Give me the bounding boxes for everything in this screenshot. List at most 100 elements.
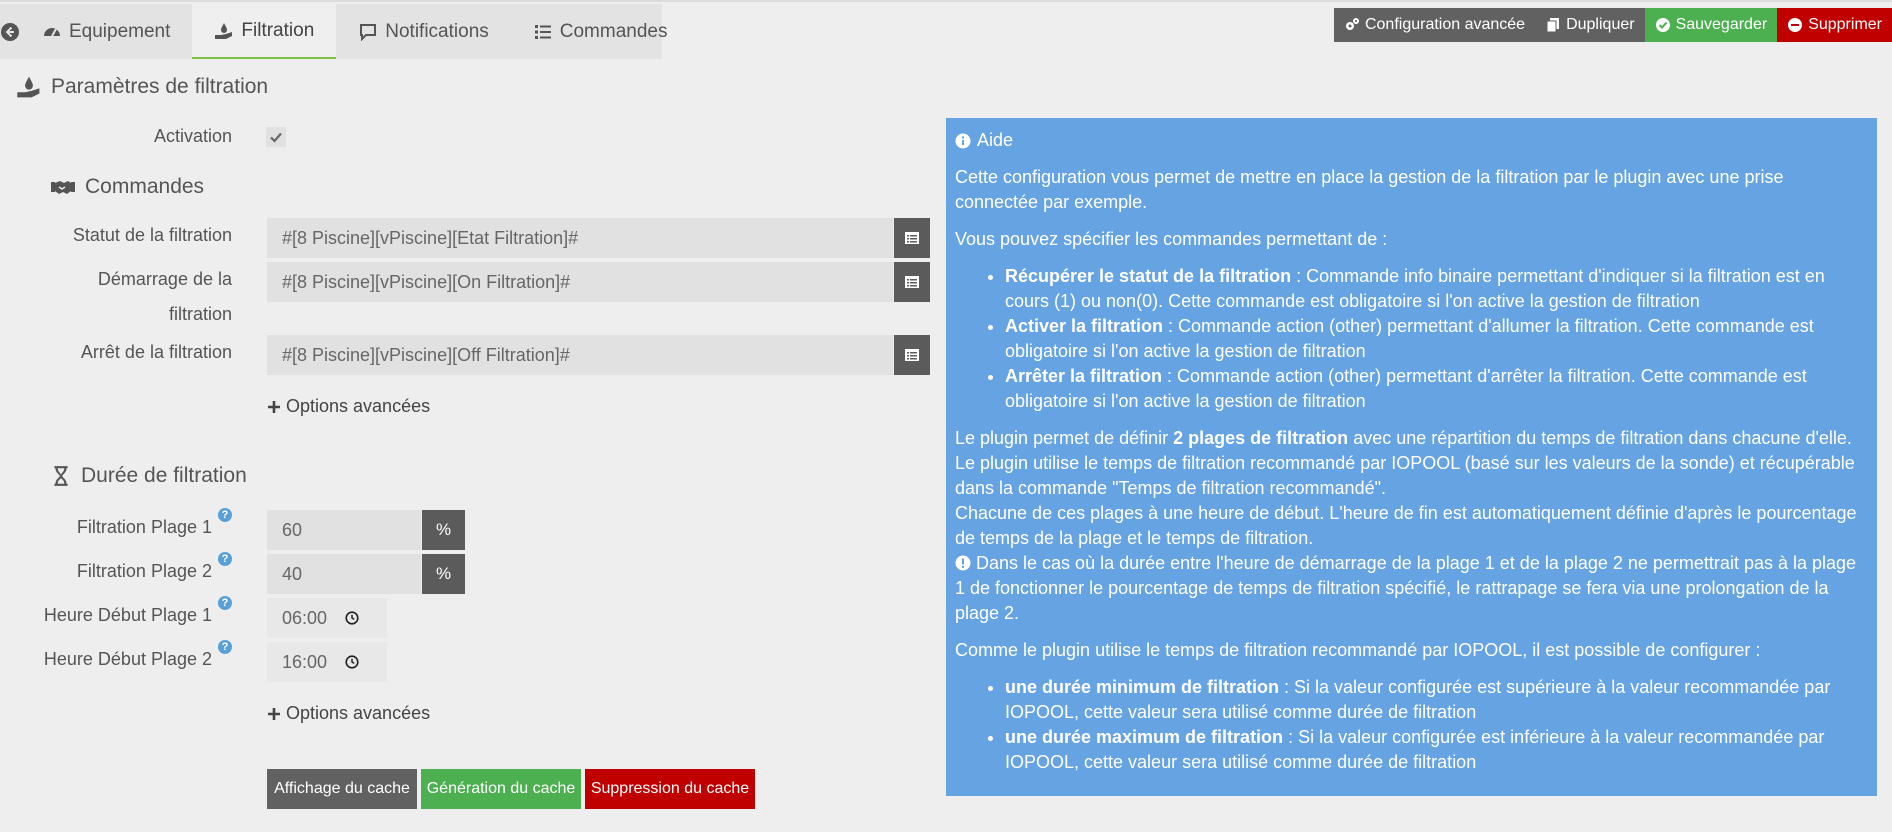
commandes-title-text: Commandes (85, 175, 205, 198)
hourglass-icon (54, 466, 68, 486)
plage2-label-text: Filtration Plage 2 (76, 561, 212, 581)
arret-select-button[interactable] (894, 335, 930, 375)
demarrage-label-line2: filtration (168, 304, 232, 324)
plus-icon (268, 400, 280, 413)
advanced-config-button[interactable]: Configuration avancée (1333, 8, 1536, 42)
debut1-time-input[interactable]: 06:00 (267, 598, 387, 638)
tab-bar: Equipement Filtration Notifications Comm… (0, 4, 667, 59)
list-alt-icon (905, 276, 919, 288)
cache-delete-button[interactable]: Suppression du cache (585, 769, 755, 809)
save-button[interactable]: Sauvegarder (1644, 8, 1778, 42)
debut1-label-text: Heure Début Plage 1 (43, 605, 212, 625)
list-alt-icon (905, 232, 919, 244)
plus-icon (268, 707, 280, 720)
question-circle-icon[interactable]: ? (218, 508, 232, 522)
statut-value: #[8 Piscine][vPiscine][Etat Filtration]# (282, 227, 579, 248)
list-item: Arrêter la filtration : Commande action … (1005, 364, 1868, 414)
exclamation-circle-icon (955, 555, 971, 571)
commandes-advanced-label: Options avancées (286, 396, 431, 416)
debut1-label: Heure Début Plage 1? (20, 596, 232, 633)
plage1-label: Filtration Plage 1? (40, 508, 232, 545)
advanced-config-label: Configuration avancée (1364, 16, 1526, 33)
list-alt-icon (905, 349, 919, 361)
list-item: Activer la filtration : Commande action … (1005, 314, 1868, 364)
plage1-unit: % (422, 510, 465, 550)
help-plages-a: Le plugin permet de définir (955, 428, 1174, 448)
debut2-label: Heure Début Plage 2? (20, 640, 232, 677)
help-config-intro: Comme le plugin utilise le temps de filt… (955, 640, 1761, 660)
plage1-value: 60 (282, 519, 303, 540)
tab-filtration[interactable]: Filtration (192, 4, 337, 59)
help-commands-intro: Vous pouvez spécifier les commandes perm… (955, 229, 1388, 249)
list-item-bold: une durée minimum de filtration (1005, 677, 1280, 697)
copy-icon (1546, 18, 1560, 33)
check-icon (270, 132, 282, 143)
duree-title: Durée de filtration (50, 464, 247, 488)
help-plages-d: Le plugin utilise le temps de filtration… (955, 453, 1855, 498)
tab-equipement[interactable]: Equipement (20, 4, 192, 59)
clock-icon[interactable] (345, 611, 359, 625)
minus-circle-icon (1788, 18, 1803, 32)
params-title-text: Paramètres de filtration (51, 75, 269, 98)
debut2-value: 16:00 (282, 651, 328, 672)
params-title: Paramètres de filtration (16, 74, 268, 100)
help-panel: Aide Cette configuration vous permet de … (946, 118, 1877, 796)
demarrage-label-line1: Démarrage de la (97, 269, 232, 289)
list-item: Récupérer le statut de la filtration : C… (1005, 264, 1868, 314)
duree-title-text: Durée de filtration (81, 464, 247, 487)
help-title: Aide (977, 130, 1014, 150)
help-plages-e: Chacune de ces plages à une heure de déb… (955, 503, 1857, 548)
comment-icon (360, 23, 377, 41)
question-circle-icon[interactable]: ? (218, 640, 232, 654)
question-circle-icon[interactable]: ? (218, 552, 232, 566)
demarrage-input[interactable]: #[8 Piscine][vPiscine][On Filtration]# (267, 262, 893, 302)
activation-checkbox[interactable] (266, 127, 286, 147)
handshake-icon (51, 181, 75, 194)
tab-commandes-label: Commandes (559, 20, 668, 42)
delete-button[interactable]: Supprimer (1777, 8, 1892, 42)
demarrage-value: #[8 Piscine][vPiscine][On Filtration]# (282, 271, 571, 292)
commandes-advanced-options[interactable]: Options avancées (267, 396, 430, 417)
arret-label: Arrêt de la filtration (80, 342, 232, 362)
list-item-bold: Activer la filtration (1005, 316, 1164, 336)
list-item: une durée maximum de filtration : Si la … (1005, 725, 1868, 775)
save-label: Sauvegarder (1675, 16, 1768, 33)
statut-select-button[interactable] (894, 218, 930, 258)
demarrage-select-button[interactable] (894, 262, 930, 302)
activation-label: Activation (153, 126, 232, 146)
cache-display-button[interactable]: Affichage du cache (267, 769, 417, 809)
list-item-bold: Arrêter la filtration (1005, 366, 1163, 386)
duree-advanced-options[interactable]: Options avancées (267, 703, 430, 724)
arrow-left-circle-icon (1, 22, 19, 41)
question-circle-icon[interactable]: ? (218, 596, 232, 610)
arret-value: #[8 Piscine][vPiscine][Off Filtration]# (282, 344, 570, 365)
debut2-time-input[interactable]: 16:00 (267, 642, 387, 682)
help-plages-c: avec une répartition du temps de filtrat… (1348, 428, 1852, 448)
tab-notifications[interactable]: Notifications (336, 4, 511, 59)
list-item: une durée minimum de filtration : Si la … (1005, 675, 1868, 725)
debut1-value: 06:00 (282, 607, 328, 628)
plage2-label: Filtration Plage 2? (40, 552, 232, 589)
tab-equipement-label: Equipement (69, 20, 171, 42)
tab-commandes[interactable]: Commandes (511, 4, 690, 59)
info-circle-icon (955, 133, 971, 148)
commandes-title: Commandes (50, 174, 204, 200)
cogs-icon (1345, 18, 1359, 30)
plage2-input[interactable]: 40 (267, 554, 421, 594)
clock-icon[interactable] (345, 655, 359, 669)
arret-input[interactable]: #[8 Piscine][vPiscine][Off Filtration]# (267, 335, 893, 375)
help-plages-f: Dans le cas où la durée entre l'heure de… (955, 553, 1857, 623)
statut-input[interactable]: #[8 Piscine][vPiscine][Etat Filtration]# (267, 218, 893, 258)
plage1-input[interactable]: 60 (267, 510, 421, 550)
tab-filtration-label: Filtration (241, 19, 315, 41)
help-header: Aide (955, 128, 1868, 153)
duplicate-label: Dupliquer (1566, 16, 1635, 33)
back-button[interactable] (0, 4, 20, 59)
statut-label: Statut de la filtration (72, 225, 232, 245)
action-buttons: Configuration avancée Dupliquer Sauvegar… (1333, 8, 1892, 42)
hand-water-icon (215, 22, 233, 39)
duplicate-button[interactable]: Dupliquer (1535, 8, 1645, 42)
cache-generate-button[interactable]: Génération du cache (421, 769, 581, 809)
help-commands-list: Récupérer le statut de la filtration : C… (1005, 264, 1868, 414)
duree-advanced-label: Options avancées (286, 703, 431, 723)
